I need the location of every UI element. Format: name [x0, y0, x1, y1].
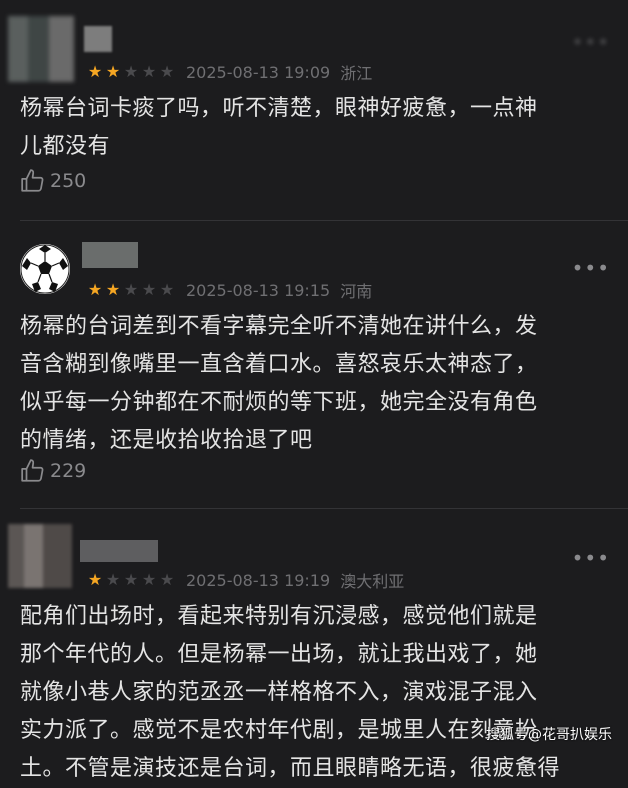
star-icon: ★ — [123, 62, 139, 81]
avatar[interactable] — [8, 16, 74, 82]
star-icon: ★ — [159, 570, 175, 589]
comment-text: 杨幂的台词差到不看字幕完全听不清她在讲什么，发 音含糊到像嘴里一直含着口水。喜怒… — [20, 314, 538, 453]
star-icon: ★ — [87, 280, 103, 299]
star-icon: ★ — [105, 280, 121, 299]
star-rating: ★ ★ ★ ★ ★ — [86, 572, 176, 588]
comment-location: 浙江 — [340, 64, 373, 83]
comment-meta: ★ ★ ★ ★ ★ 2025-08-13 19:19 澳大利亚 — [86, 568, 404, 592]
star-icon: ★ — [159, 280, 175, 299]
divider — [20, 220, 628, 221]
username-redacted[interactable] — [80, 540, 158, 562]
star-icon: ★ — [141, 280, 157, 299]
more-icon[interactable]: ••• — [572, 30, 610, 54]
more-icon[interactable]: ••• — [572, 256, 610, 280]
comment-meta: ★ ★ ★ ★ ★ 2025-08-13 19:15 河南 — [86, 278, 372, 302]
star-rating: ★ ★ ★ ★ ★ — [86, 282, 176, 298]
like-button[interactable]: 229 — [20, 458, 86, 484]
watermark: 搜狐号@花哥扒娱乐 — [486, 727, 612, 743]
thumbs-up-icon — [21, 169, 44, 192]
comment-location: 河南 — [340, 282, 373, 301]
like-count: 250 — [50, 170, 87, 192]
star-icon: ★ — [87, 570, 103, 589]
comment-date: 2025-08-13 19:09 — [186, 62, 331, 82]
comment-date: 2025-08-13 19:15 — [186, 280, 331, 300]
star-icon: ★ — [87, 62, 103, 81]
star-icon: ★ — [141, 62, 157, 81]
comment-text: 配角们出场时，看起来特别有沉浸感，感觉他们就是 那个年代的人。但是杨幂一出场，就… — [20, 604, 561, 781]
star-icon: ★ — [123, 280, 139, 299]
star-rating: ★ ★ ★ ★ ★ — [86, 64, 176, 80]
comment-meta: ★ ★ ★ ★ ★ 2025-08-13 19:09 浙江 — [86, 60, 372, 84]
username-redacted[interactable] — [84, 26, 112, 52]
avatar[interactable] — [8, 524, 72, 588]
comment-location: 澳大利亚 — [340, 572, 405, 591]
thumbs-up-icon — [21, 459, 44, 482]
soccer-ball-avatar-icon[interactable] — [20, 244, 70, 294]
username-redacted[interactable] — [82, 242, 138, 268]
divider — [20, 508, 628, 509]
comment-date: 2025-08-13 19:19 — [186, 570, 331, 590]
comment-text: 杨幂台词卡痰了吗，听不清楚，眼神好疲惫，一点神 儿都没有 — [20, 96, 538, 159]
star-icon: ★ — [159, 62, 175, 81]
more-icon[interactable]: ••• — [572, 546, 610, 570]
star-icon: ★ — [105, 570, 121, 589]
star-icon: ★ — [123, 570, 139, 589]
like-button[interactable]: 250 — [20, 168, 86, 194]
star-icon: ★ — [141, 570, 157, 589]
star-icon: ★ — [105, 62, 121, 81]
like-count: 229 — [50, 460, 87, 482]
